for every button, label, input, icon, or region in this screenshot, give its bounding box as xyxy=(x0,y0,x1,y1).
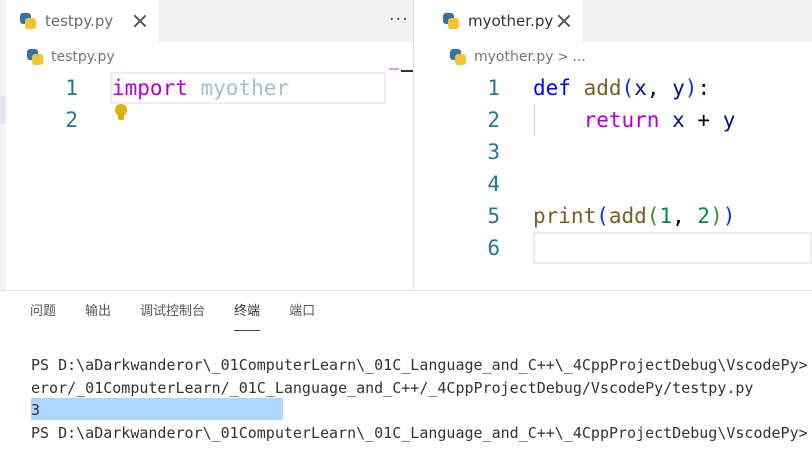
code-text: def add(x, y): xyxy=(533,72,710,104)
code-token: y xyxy=(672,76,685,100)
chevron-right-icon: > xyxy=(557,49,569,65)
line-number: 4 xyxy=(487,172,500,196)
line-number: 2 xyxy=(65,108,78,132)
close-icon[interactable] xyxy=(132,13,148,29)
minimap-marker xyxy=(389,68,399,70)
code-token: print xyxy=(533,204,597,228)
editor-pane-right: myother.py myother.py > ... 1 def add(x, … xyxy=(429,0,812,290)
code-line[interactable]: 4 xyxy=(429,168,812,200)
code-token: ( xyxy=(646,204,660,228)
terminal-line: PS D:\aDarkwanderor\_01ComputerLearn\_01… xyxy=(31,423,808,442)
tab-testpy[interactable]: testpy.py xyxy=(6,0,158,42)
line-number: 1 xyxy=(65,76,78,100)
tab-label: myother.py xyxy=(468,12,554,30)
code-line[interactable]: 1 def add(x, y): xyxy=(429,72,812,104)
code-line[interactable]: 3 xyxy=(429,136,812,168)
code-token: , xyxy=(672,204,698,228)
terminal-output[interactable]: PS D:\aDarkwanderor\_01ComputerLearn\_01… xyxy=(31,354,808,444)
code-token: y xyxy=(722,108,736,132)
code-line[interactable]: 1 import myother xyxy=(6,72,413,104)
code-token: ( xyxy=(596,204,609,228)
terminal-line: PS D:\aDarkwanderor\_01ComputerLearn\_01… xyxy=(31,356,808,374)
code-token: def xyxy=(533,76,571,100)
breadcrumb: myother.py > ... xyxy=(429,42,812,72)
code-area[interactable]: 1 import myother 2 xyxy=(6,72,413,290)
panel-tab-terminal[interactable]: 终端 xyxy=(234,301,261,331)
python-file-icon xyxy=(26,48,44,66)
tab-myother[interactable]: myother.py xyxy=(429,0,582,42)
panel-tab-output[interactable]: 输出 xyxy=(85,301,111,331)
tab-label: testpy.py xyxy=(45,12,114,30)
code-line[interactable]: 2 xyxy=(6,104,413,136)
code-line[interactable]: 2 return x + y xyxy=(429,104,812,136)
code-token: ) xyxy=(710,204,723,228)
line-number: 1 xyxy=(487,76,500,100)
close-icon[interactable] xyxy=(556,13,572,29)
code-line[interactable]: 5 print(add(1, 2)) xyxy=(429,200,812,232)
code-text: return x + y xyxy=(533,104,736,136)
code-token: + xyxy=(684,108,723,132)
tab-bar-right: myother.py xyxy=(429,0,812,42)
code-token: 1 xyxy=(659,204,673,228)
tab-bar-left: testpy.py ··· xyxy=(6,0,413,42)
panel-tab-problems[interactable]: 问题 xyxy=(30,301,56,331)
more-actions-icon[interactable]: ··· xyxy=(389,9,409,30)
line-number: 3 xyxy=(487,140,500,164)
code-token: ) xyxy=(722,204,736,228)
code-token: return xyxy=(583,108,660,132)
code-token: 2 xyxy=(697,204,711,228)
code-token: ) xyxy=(684,76,698,100)
code-token: x xyxy=(672,108,685,132)
breadcrumb-file[interactable]: testpy.py xyxy=(51,49,115,65)
code-token: import xyxy=(112,76,188,100)
code-token: myother xyxy=(200,76,290,100)
code-line[interactable]: 6 xyxy=(429,232,812,264)
python-file-icon xyxy=(449,48,467,66)
code-token: ( xyxy=(621,76,635,100)
breadcrumb-more[interactable]: ... xyxy=(572,49,585,65)
line-number: 5 xyxy=(487,204,500,228)
terminal-line: 3 xyxy=(31,401,41,419)
code-token: x xyxy=(634,76,647,100)
breadcrumb-file[interactable]: myother.py xyxy=(474,49,554,65)
editor-divider[interactable] xyxy=(413,0,429,290)
line-number: 2 xyxy=(487,108,500,132)
terminal-line: eror/_01ComputerLearn/_01C_Language_and_… xyxy=(31,378,754,397)
panel-tabs: 问题 输出 调试控制台 终端 端口 xyxy=(30,301,344,331)
line-number: 6 xyxy=(487,236,500,260)
python-file-icon xyxy=(19,12,37,30)
panel-tab-ports[interactable]: 端口 xyxy=(289,301,315,331)
code-token: add xyxy=(583,76,622,100)
code-text: print(add(1, 2)) xyxy=(533,200,735,232)
breadcrumb: testpy.py xyxy=(6,42,413,72)
lightbulb-icon[interactable] xyxy=(114,104,128,122)
editor-pane-left: testpy.py ··· testpy.py 1 import myother 2 xyxy=(6,0,413,290)
code-area[interactable]: 1 def add(x, y): 2 return x + y 3 4 5 print(ad… xyxy=(429,72,812,290)
code-token: add xyxy=(608,204,647,228)
python-file-icon xyxy=(442,12,460,30)
panel-tab-debug-console[interactable]: 调试控制台 xyxy=(140,301,205,331)
code-token: : xyxy=(697,76,711,100)
code-text: import myother xyxy=(112,72,289,104)
code-token: , xyxy=(646,76,673,100)
